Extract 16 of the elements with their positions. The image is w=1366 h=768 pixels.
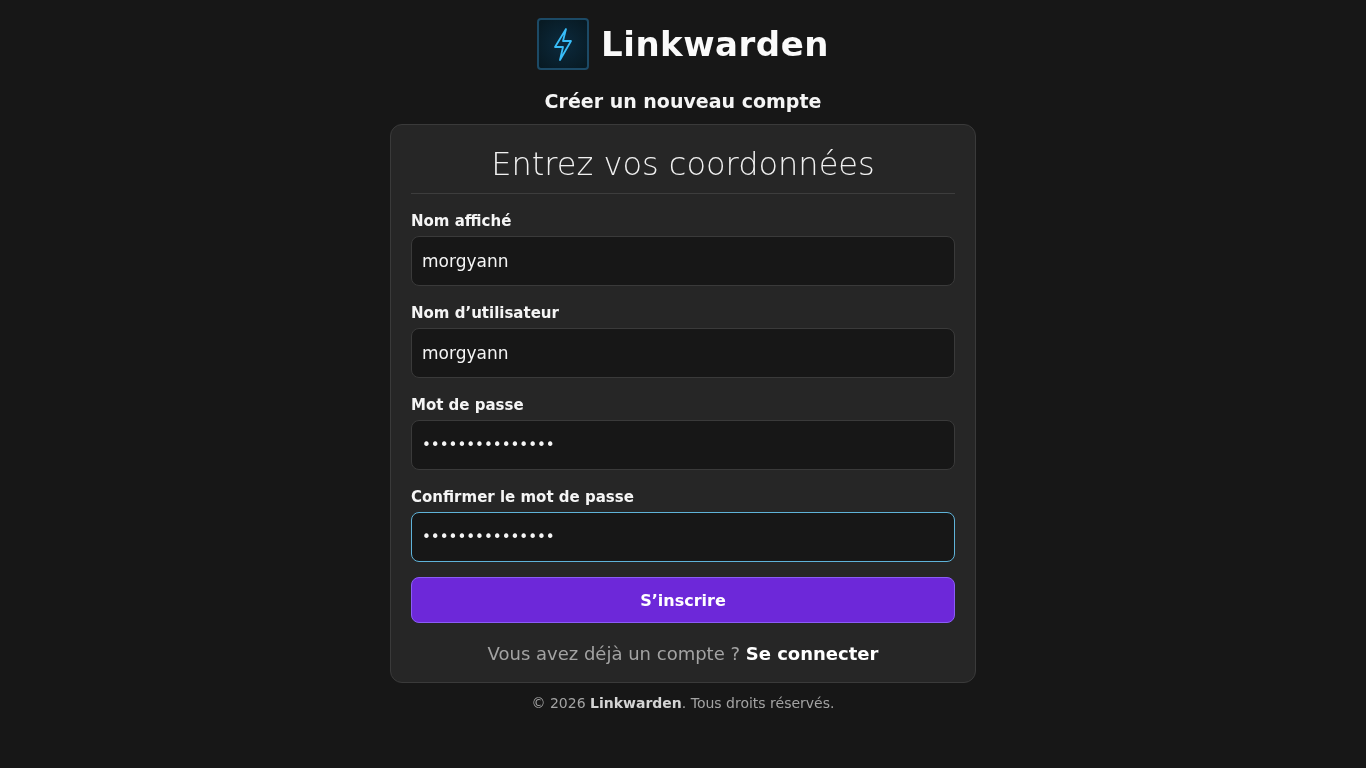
signin-link[interactable]: Se connecter (745, 643, 879, 664)
card-heading: Entrez vos coordonnées (411, 145, 955, 194)
field-label: Nom d’utilisateur (411, 304, 560, 322)
field-label: Mot de passe (411, 396, 525, 414)
text-field[interactable]: morgyann (411, 236, 955, 286)
password-field[interactable]: ••••••••••••••• (411, 512, 955, 562)
text-field[interactable]: morgyann (411, 328, 955, 378)
lightning-logo-icon (537, 18, 590, 70)
copyright-text: © 2026 Linkwarden. Tous droits réservés. (531, 695, 835, 711)
page-subtitle: Créer un nouveau compte (544, 90, 822, 112)
password-field[interactable]: ••••••••••••••• (411, 420, 955, 470)
field-label: Nom affiché (411, 212, 513, 230)
brand-name: Linkwarden (601, 24, 829, 64)
signup-button[interactable]: S’inscrire (411, 577, 955, 623)
signin-prompt: Vous avez déjà un compte ? (487, 643, 740, 664)
field-label: Confirmer le mot de passe (411, 488, 635, 506)
